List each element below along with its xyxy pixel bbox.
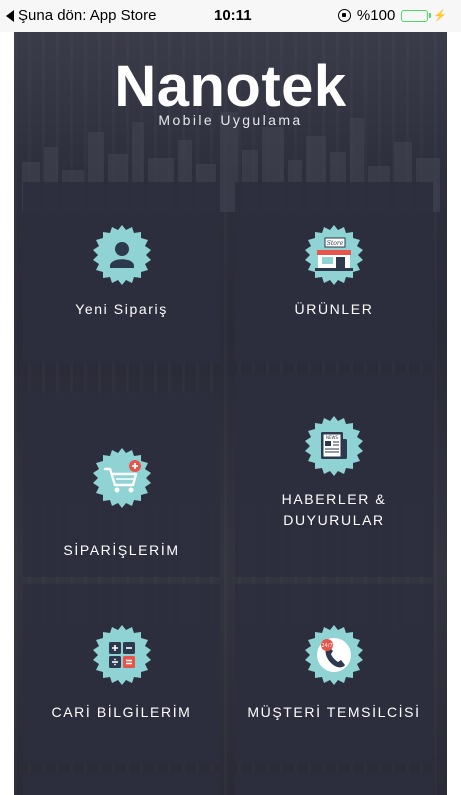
- app-logo-title: Nanotek: [114, 54, 347, 119]
- products-label: ÜRÜNLER: [294, 301, 374, 317]
- back-arrow-icon: [6, 9, 14, 22]
- new-order-tile[interactable]: Yeni Sipariş: [23, 182, 220, 363]
- status-right-group: %100 ⚡: [337, 7, 447, 24]
- rotation-lock-icon: [337, 9, 351, 22]
- partial-tile-left: [23, 772, 220, 795]
- customer-representative-tile[interactable]: 24/7 MÜŞTERİ TEMSİLCİSİ: [235, 584, 433, 764]
- back-to-app-store-link[interactable]: Şuna dön: App Store: [6, 7, 156, 24]
- account-info-label: CARİ BİLGİLERİM: [51, 704, 192, 720]
- status-bar: Şuna dön: App Store 10:11 %100 ⚡: [0, 0, 461, 32]
- status-time: 10:11: [214, 7, 252, 24]
- news-label-line2: DUYURULAR: [283, 512, 385, 528]
- customer-representative-label: MÜŞTERİ TEMSİLCİSİ: [247, 704, 421, 720]
- charging-bolt-icon: ⚡: [433, 10, 447, 22]
- store-sign-text: Store: [327, 240, 344, 247]
- battery-percent: %100: [356, 7, 396, 24]
- calculator-icon: [92, 625, 151, 685]
- news-label-line1: HABERLER &: [281, 491, 387, 507]
- store-icon: Store: [305, 225, 363, 285]
- partial-tile-right: [235, 772, 433, 795]
- battery-icon: ⚡: [401, 9, 447, 22]
- phone-support-icon: 24/7: [305, 625, 363, 685]
- news-announcements-tile[interactable]: NEWS HABERLER & DUYURULAR: [235, 373, 433, 577]
- back-label: Şuna dön: App Store: [18, 7, 157, 24]
- app-logo-subtitle: Mobile Uygulama: [158, 112, 303, 128]
- new-order-label: Yeni Sipariş: [75, 301, 168, 317]
- cart-icon: [92, 448, 151, 508]
- app-screen: Nanotek Mobile Uygulama Yeni Sipariş Sto…: [14, 32, 447, 795]
- news-icon: NEWS: [305, 416, 363, 476]
- news-sign-text: NEWS: [326, 435, 338, 440]
- support-24-7-text: 24/7: [321, 643, 332, 649]
- my-orders-tile[interactable]: SİPARİŞLERİM: [23, 393, 220, 577]
- account-info-tile[interactable]: CARİ BİLGİLERİM: [23, 584, 220, 764]
- products-tile[interactable]: Store ÜRÜNLER: [235, 182, 433, 363]
- my-orders-label: SİPARİŞLERİM: [63, 542, 180, 558]
- user-icon: [92, 225, 151, 285]
